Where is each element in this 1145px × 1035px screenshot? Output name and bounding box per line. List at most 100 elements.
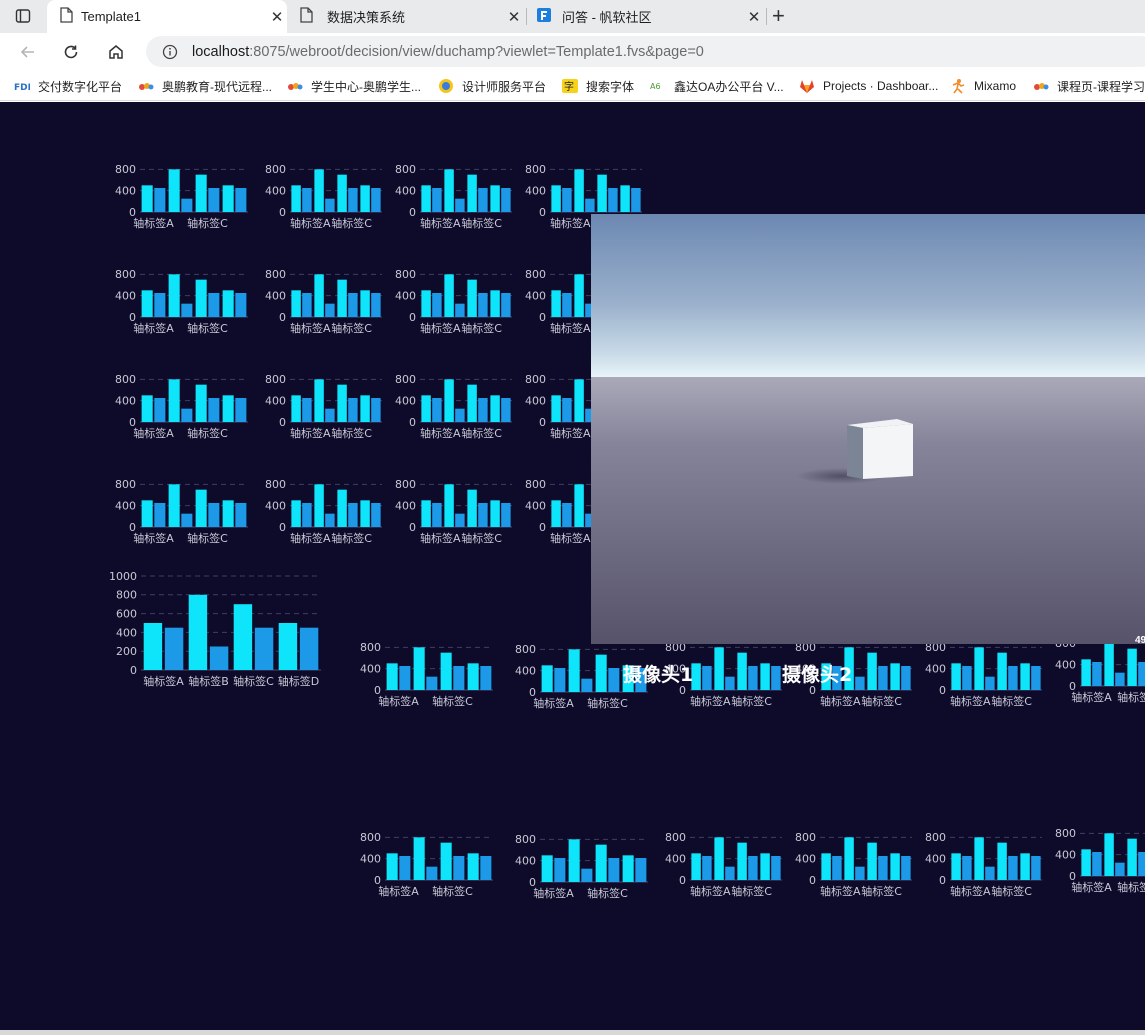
bar-chart[interactable]: 0400800轴标签A轴标签C bbox=[350, 638, 493, 718]
bar-chart[interactable]: 0400800轴标签A轴标签C bbox=[385, 160, 525, 238]
x-tick-label: 轴标签A bbox=[420, 216, 461, 230]
x-tick-label: 轴标签C bbox=[731, 694, 772, 708]
y-tick-label: 400 bbox=[115, 185, 136, 198]
bookmark-item[interactable]: Projects · Dashboar... bbox=[799, 76, 938, 96]
bookmark-item[interactable]: Mixamo bbox=[950, 76, 1016, 96]
x-tick-label: 轴标签A bbox=[143, 674, 184, 688]
new-tab-button[interactable]: + bbox=[772, 3, 785, 29]
bar bbox=[453, 856, 465, 880]
bar-chart[interactable]: 0400800轴标签A轴标签C bbox=[350, 828, 493, 908]
bar bbox=[985, 676, 995, 690]
tab-fanruan-qa[interactable]: 问答 - 帆软社区 ✕ bbox=[528, 0, 764, 33]
reload-icon[interactable] bbox=[58, 39, 84, 65]
bar-chart[interactable]: 0400800轴标签A轴标签C bbox=[385, 370, 525, 448]
bar-chart[interactable]: 0400800轴标签A轴标签C bbox=[505, 830, 648, 910]
bookmark-item[interactable]: A6 鑫达OA办公平台 V... bbox=[650, 76, 784, 96]
bar bbox=[878, 856, 888, 880]
svg-text:A6: A6 bbox=[650, 82, 661, 91]
info-icon[interactable] bbox=[162, 44, 178, 60]
bar bbox=[325, 408, 335, 422]
bar bbox=[890, 853, 900, 880]
tab-decision-system[interactable]: 数据决策系统 ✕ bbox=[289, 0, 524, 33]
y-tick-label: 800 bbox=[116, 589, 137, 602]
y-tick-label: 800 bbox=[515, 643, 536, 656]
bar bbox=[209, 646, 229, 670]
home-icon[interactable] bbox=[103, 39, 129, 65]
bar-chart[interactable]: 0400800轴标签A轴标签C bbox=[1045, 634, 1145, 714]
bar bbox=[371, 293, 381, 317]
y-tick-label: 800 bbox=[525, 268, 546, 281]
y-tick-label: 400 bbox=[115, 290, 136, 303]
bookmark-item[interactable]: 字 搜索字体 bbox=[562, 76, 634, 96]
bar bbox=[974, 837, 984, 880]
x-tick-label: 轴标签C bbox=[461, 531, 502, 545]
bar-chart-svg: 0400800轴标签A轴标签C bbox=[925, 831, 1042, 898]
url-path: :8075/webroot/decision/view/duchamp?view… bbox=[249, 43, 704, 60]
bar bbox=[314, 169, 324, 212]
x-tick-label: 轴标签A bbox=[820, 694, 861, 708]
bar bbox=[1081, 659, 1091, 686]
y-tick-label: 0 bbox=[679, 874, 686, 887]
bar-chart[interactable]: 0400800轴标签A轴标签C bbox=[105, 265, 248, 343]
y-tick-label: 0 bbox=[130, 664, 137, 677]
bar bbox=[302, 188, 312, 212]
bar-chart[interactable]: 0400800轴标签A轴标签C bbox=[105, 475, 248, 553]
camera-feed[interactable] bbox=[591, 214, 1145, 644]
bar-chart[interactable]: 0400800轴标签A轴标签C bbox=[385, 475, 525, 553]
bar-chart[interactable]: 0400800轴标签A轴标签C bbox=[915, 638, 1055, 718]
bar-chart[interactable]: 0 200 400 600 800 1000 轴标签A 轴标签B 轴标签C 轴标签D bbox=[105, 570, 325, 690]
bar-chart[interactable]: 0400800轴标签A轴标签C bbox=[255, 475, 395, 553]
back-icon[interactable] bbox=[15, 39, 41, 65]
bar bbox=[467, 384, 477, 422]
bar-chart[interactable]: 0400800轴标签A轴标签C bbox=[915, 828, 1055, 908]
bookmark-item[interactable]: 学生中心-奥鹏学生... bbox=[287, 76, 421, 96]
ground bbox=[591, 377, 1145, 644]
bar bbox=[413, 647, 425, 690]
bar bbox=[551, 290, 561, 317]
bar-chart[interactable]: 0400800轴标签A轴标签C bbox=[655, 828, 795, 908]
bar bbox=[997, 842, 1007, 880]
bar bbox=[1127, 838, 1137, 876]
y-tick-label: 800 bbox=[265, 478, 286, 491]
bookmark-item[interactable]: FDL 交付数字化平台 bbox=[14, 76, 122, 96]
bar-chart[interactable]: 0400800轴标签A轴标签C bbox=[385, 265, 525, 343]
bar bbox=[1104, 643, 1114, 686]
bar-chart[interactable]: 0400800轴标签A轴标签C bbox=[105, 370, 248, 448]
bookmark-item[interactable]: 课程页-课程学习 bbox=[1033, 76, 1145, 96]
bar bbox=[748, 666, 758, 690]
y-tick-label: 400 bbox=[525, 395, 546, 408]
sidebar-toggle-icon[interactable] bbox=[10, 3, 36, 29]
bar bbox=[181, 408, 193, 422]
y-tick-label: 400 bbox=[515, 855, 536, 868]
bar bbox=[360, 185, 370, 212]
x-tick-label: 轴标签C bbox=[861, 884, 902, 898]
bar-chart[interactable]: 0400800轴标签A轴标签C bbox=[255, 160, 395, 238]
y-tick-label: 0 bbox=[409, 416, 416, 429]
y-tick-label: 400 bbox=[360, 853, 381, 866]
bar bbox=[432, 293, 442, 317]
bar bbox=[413, 837, 425, 880]
bookmark-item[interactable]: 奥鹏教育-现代远程... bbox=[138, 76, 272, 96]
bookmark-label: Mixamo bbox=[974, 79, 1017, 93]
close-icon[interactable]: ✕ bbox=[744, 8, 764, 26]
close-icon[interactable]: ✕ bbox=[267, 8, 287, 26]
x-tick-label: 轴标签C bbox=[991, 884, 1032, 898]
bar-chart[interactable]: 0400800轴标签A轴标签C bbox=[105, 160, 248, 238]
bookmark-item[interactable]: 设计师服务平台 bbox=[438, 76, 546, 96]
close-icon[interactable]: ✕ bbox=[504, 8, 524, 26]
address-bar[interactable]: localhost:8075/webroot/decision/view/duc… bbox=[146, 36, 1145, 67]
bar-chart-svg: 0400800轴标签A轴标签C bbox=[265, 478, 382, 545]
bar bbox=[141, 500, 153, 527]
tab-template1[interactable]: Template1 ✕ bbox=[47, 0, 287, 33]
x-tick-label: 轴标签C bbox=[1117, 690, 1145, 704]
bar bbox=[562, 503, 572, 527]
x-tick-label: 轴标签A bbox=[550, 531, 591, 545]
tab-title: 数据决策系统 bbox=[327, 10, 406, 25]
bar-chart[interactable]: 0400800轴标签A轴标签C bbox=[255, 265, 395, 343]
bar-chart[interactable]: 0400800轴标签A轴标签C bbox=[255, 370, 395, 448]
bar bbox=[574, 169, 584, 212]
bar-chart[interactable]: 0400800轴标签A轴标签C bbox=[1045, 824, 1145, 904]
x-tick-label: 轴标签A bbox=[378, 694, 419, 708]
bar-chart[interactable]: 0400800轴标签A轴标签C bbox=[785, 828, 925, 908]
bar-chart-svg: 0400800轴标签A轴标签C bbox=[925, 641, 1042, 708]
